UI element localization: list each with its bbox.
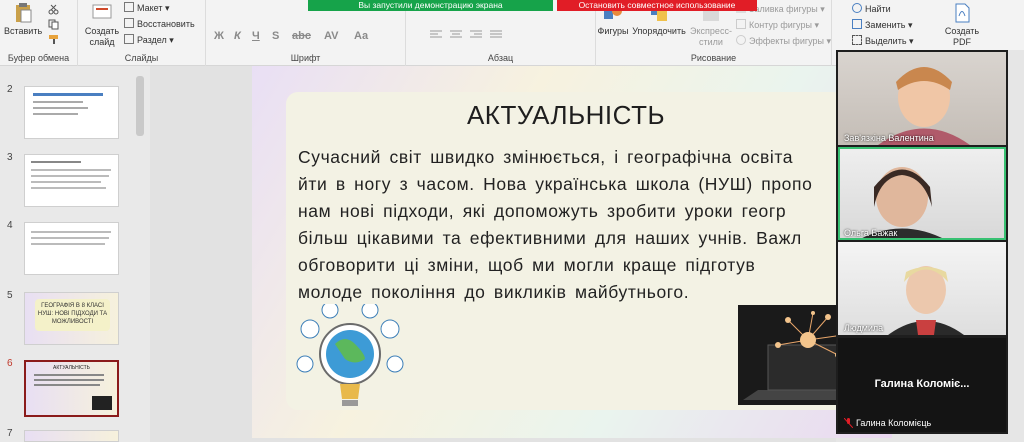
slide-thumbnail-3[interactable] <box>24 154 119 207</box>
justify-icon[interactable] <box>490 30 502 40</box>
participant-tile[interactable]: Людмила <box>838 242 1006 335</box>
thumbnail-title: АКТУАЛЬНІСТЬ <box>53 365 90 371</box>
paste-button[interactable]: Вставить <box>4 2 42 37</box>
slide-text-line: більш цікавими та ефективними для наших … <box>298 228 802 248</box>
participant-video-image <box>878 67 970 145</box>
section-icon <box>124 34 134 44</box>
participant-name: Зав'язкіна Валентина <box>844 133 934 143</box>
align-left-icon[interactable] <box>430 30 442 40</box>
thumbnail-number: 4 <box>7 220 13 231</box>
search-icon <box>852 3 862 13</box>
slides-group-label: Слайды <box>124 53 159 63</box>
reset-icon <box>124 18 134 28</box>
format-painter-icon[interactable] <box>48 34 59 45</box>
shadow-button[interactable]: S <box>272 30 279 42</box>
participant-name-large: Галина Коломіє... <box>874 378 970 390</box>
effects-icon <box>736 35 746 45</box>
thumbnail-scrollbar[interactable] <box>136 76 144 136</box>
screen-share-status-banner: Вы запустили демонстрацию экрана <box>308 0 553 11</box>
participant-tile-active-speaker[interactable]: Ольга Бажак <box>838 147 1006 240</box>
align-center-icon[interactable] <box>450 30 462 40</box>
thumbnail-number: 2 <box>7 84 13 95</box>
video-gallery: Зав'язкіна Валентина Ольга Бажак Людмила… <box>836 50 1008 434</box>
thumbnail-number: 6 <box>7 358 13 369</box>
slide-thumbnail-2[interactable] <box>24 86 119 139</box>
reset-button[interactable]: Восстановить <box>124 18 195 29</box>
slide-text-line: нам нові підходи, які допоможуть зробити… <box>298 201 787 221</box>
slide-thumbnail-6[interactable]: АКТУАЛЬНІСТЬ <box>24 360 119 417</box>
paste-icon <box>16 3 32 23</box>
copy-icon[interactable] <box>48 19 59 30</box>
bold-button[interactable]: Ж <box>214 30 224 42</box>
participant-name: Людмила <box>844 323 884 333</box>
strikethrough-button[interactable]: abc <box>292 30 311 42</box>
slide-text-line: йти в ногу з часом. Нова українська школ… <box>298 174 813 194</box>
slide-text-line: Сучасний світ швидко змінюється, і геогр… <box>298 147 794 167</box>
create-pdf-button[interactable]: Создать PDF <box>940 2 984 48</box>
clipboard-group-label: Буфер обмена <box>7 53 70 63</box>
select-icon <box>852 35 862 45</box>
slides-group: Создать слайд Макет ▾ Восстановить Разде… <box>78 0 206 66</box>
cut-icon[interactable] <box>48 4 59 15</box>
thumbnail-number: 3 <box>7 152 13 163</box>
slide-thumbnail-5[interactable]: ГЕОГРАФІЯ В 8 КЛАСІ НУШ: НОВІ ПІДХОДИ ТА… <box>24 292 119 345</box>
clipboard-group: Вставить Буфер обмена <box>0 0 78 66</box>
shape-outline-button[interactable]: Контур фигуры ▾ <box>736 19 819 31</box>
align-right-icon[interactable] <box>470 30 482 40</box>
layout-button[interactable]: Макет ▾ <box>124 2 170 14</box>
italic-button[interactable]: К <box>234 30 241 42</box>
outline-icon <box>736 19 746 29</box>
pdf-icon <box>955 3 970 23</box>
slide-body-text[interactable]: Сучасний світ швидко змінюється, і геогр… <box>298 144 892 306</box>
participant-name: Галина Коломієць <box>856 418 932 428</box>
participant-name: Ольга Бажак <box>844 228 898 238</box>
participant-tile[interactable]: Зав'язкіна Валентина <box>838 52 1006 145</box>
lightbulb-globe-icon[interactable] <box>290 304 410 424</box>
layout-icon <box>124 2 134 12</box>
slide-title[interactable]: АКТУАЛЬНІСТЬ <box>286 100 846 131</box>
thumbnail-number: 7 <box>7 428 13 439</box>
paragraph-group-label: Абзац <box>487 53 514 63</box>
stop-sharing-button[interactable]: Остановить совместное использование <box>557 0 757 11</box>
participant-tile-camera-off[interactable]: Галина Коломіє... Галина Коломієць <box>838 338 1006 432</box>
case-button[interactable]: Aa <box>354 30 368 42</box>
find-button[interactable]: Найти <box>852 3 891 14</box>
replace-icon <box>852 19 862 29</box>
slide-thumbnail-4[interactable] <box>24 222 119 275</box>
thumbnail-title: ГЕОГРАФІЯ В 8 КЛАСІ НУШ: НОВІ ПІДХОДИ ТА… <box>35 299 110 331</box>
drawing-group-label: Рисование <box>690 53 737 63</box>
shape-effects-button[interactable]: Эффекты фигуры ▾ <box>736 35 831 47</box>
window-edge <box>1008 50 1024 442</box>
slide-editor-area: АКТУАЛЬНІСТЬ Сучасний світ швидко змінює… <box>150 66 892 442</box>
microphone-muted-icon <box>844 418 853 428</box>
thumbnail-number: 5 <box>7 290 13 301</box>
replace-button[interactable]: Заменить ▾ <box>852 19 912 31</box>
participant-video-image <box>888 266 964 335</box>
new-slide-icon <box>92 4 112 19</box>
font-group-label: Шрифт <box>290 53 321 63</box>
slide-thumbnail-panel: 2 3 4 5 ГЕОГРАФІЯ В 8 КЛАСІ НУШ: НОВІ ПІ… <box>0 66 150 442</box>
underline-button[interactable]: Ч <box>252 30 260 42</box>
slide-text-line: молоде покоління до викликів майбутнього… <box>298 282 690 302</box>
slide-thumbnail-7[interactable] <box>24 430 119 442</box>
spacing-button[interactable]: AV <box>324 30 338 42</box>
select-button[interactable]: Выделить ▾ <box>852 35 914 47</box>
current-slide[interactable]: АКТУАЛЬНІСТЬ Сучасний світ швидко змінює… <box>252 66 892 438</box>
section-button[interactable]: Раздел ▾ <box>124 34 174 46</box>
participant-video-image <box>858 167 946 240</box>
new-slide-button[interactable]: Создать слайд <box>82 2 122 48</box>
slide-text-line: обговорити ці зміни, щоб ми могли краще … <box>298 255 756 275</box>
